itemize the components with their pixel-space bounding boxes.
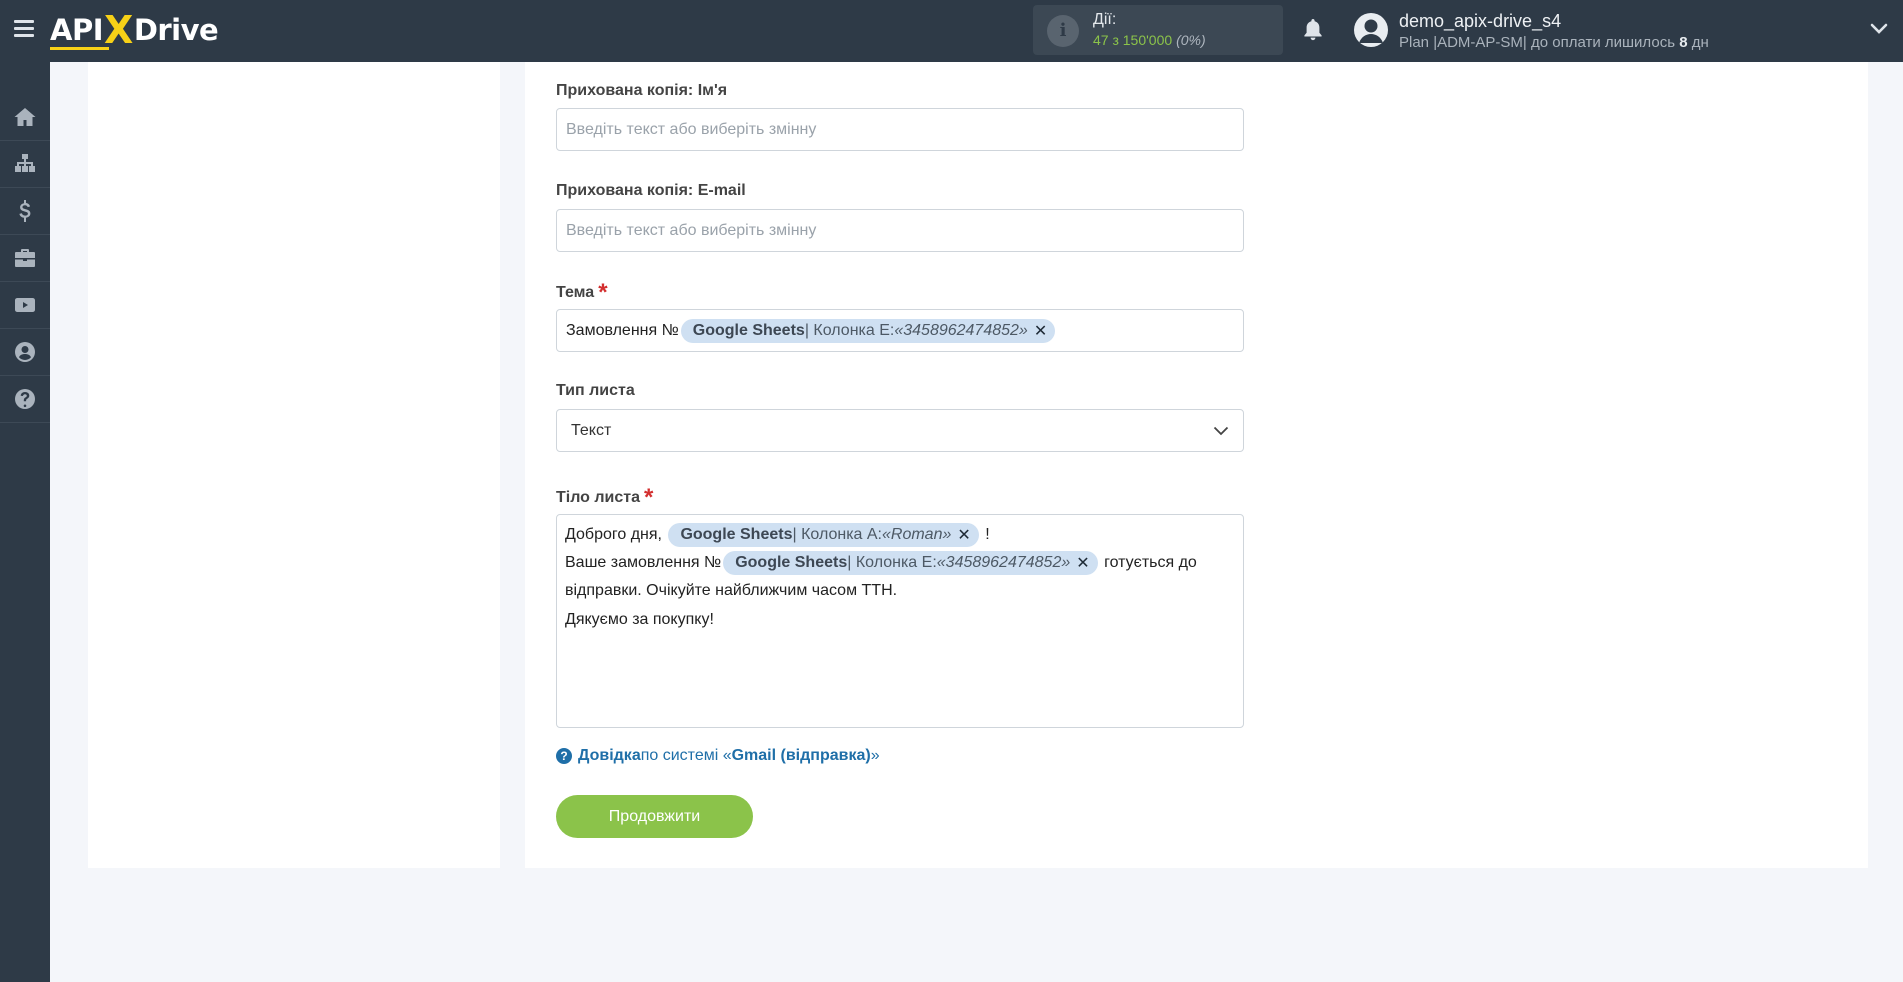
variable-tag[interactable]: Google Sheets | Колонка E: «345896247485…: [723, 551, 1098, 575]
remove-tag-icon[interactable]: ✕: [1034, 321, 1047, 341]
sidebar-item-billing[interactable]: [0, 188, 50, 235]
mail-type-select[interactable]: Текст: [556, 409, 1244, 452]
actions-counter[interactable]: i Дії: 47 з 150'000 (0%): [1033, 5, 1283, 55]
bcc-email-input[interactable]: [556, 209, 1244, 252]
help-link-label[interactable]: Довідка: [578, 747, 641, 765]
required-mark: *: [644, 484, 654, 511]
logo-drive-text: Drive: [133, 13, 219, 47]
sidebar-item-home[interactable]: [0, 94, 50, 141]
required-mark: *: [598, 279, 608, 306]
variable-tag[interactable]: Google Sheets | Колонка A: «Roman» ✕: [668, 523, 979, 547]
actions-label: Дії:: [1093, 11, 1117, 28]
apix-drive-logo[interactable]: API X Drive: [50, 8, 219, 52]
username[interactable]: demo_apix-drive_s4: [1399, 11, 1561, 32]
help-link-mid: по системі «: [640, 747, 732, 764]
question-circle-icon: ?: [556, 748, 572, 764]
body-line-1: Доброго дня, Google Sheets | Колонка A: …: [565, 522, 990, 548]
subject-prefix: Замовлення №: [566, 321, 679, 339]
body-line-3: відправки. Очікуйте найближчим часом ТТН…: [565, 582, 898, 599]
body-line-2: Ваше замовлення № Google Sheets | Колонк…: [565, 550, 1197, 576]
continue-button[interactable]: Продовжити: [556, 795, 753, 838]
help-system-link[interactable]: Gmail (відправка): [732, 747, 871, 765]
subject-label: Тема *: [556, 279, 608, 306]
bell-icon[interactable]: [1301, 17, 1325, 43]
remove-tag-icon[interactable]: ✕: [1076, 553, 1089, 573]
question-circle-icon: [15, 389, 35, 409]
variable-tag[interactable]: Google Sheets | Колонка E: «345896247485…: [680, 318, 1056, 343]
logo-x-text: X: [104, 8, 133, 52]
bcc-name-label: Прихована копія: Ім'я: [556, 82, 728, 99]
mail-type-value: Текст: [571, 421, 612, 439]
mail-type-label: Тип листа: [556, 382, 635, 399]
left-panel: [88, 62, 500, 868]
home-icon: [14, 108, 36, 126]
bcc-name-input[interactable]: [556, 108, 1244, 151]
body-label: Тіло листа *: [556, 484, 654, 511]
body-line-4: Дякуємо за покупку!: [565, 611, 714, 628]
sidebar-item-connections[interactable]: [0, 141, 50, 188]
help-link[interactable]: ? Довідка по системі «Gmail (відправка)»: [556, 747, 880, 765]
sidebar: [0, 62, 50, 982]
logo-api-text: API: [50, 13, 109, 50]
remove-tag-icon[interactable]: ✕: [957, 525, 970, 545]
chevron-down-icon: [1213, 426, 1229, 435]
top-bar: API X Drive i Дії: 47 з 150'000 (0%) demo_…: [0, 0, 1903, 62]
sidebar-item-account[interactable]: [0, 329, 50, 376]
user-circle-icon: [15, 342, 35, 362]
bcc-email-label: Прихована копія: E-mail: [556, 182, 746, 199]
sitemap-icon: [15, 154, 35, 172]
plan-info: Plan |ADM-AP-SM| до оплати лишилось 8 дн: [1399, 34, 1709, 51]
user-avatar-icon[interactable]: [1354, 13, 1388, 47]
chevron-down-icon[interactable]: [1870, 22, 1888, 36]
briefcase-icon: [15, 249, 35, 267]
actions-count: 47 з 150'000 (0%): [1093, 32, 1206, 48]
help-link-end: »: [870, 747, 880, 764]
dollar-icon: [19, 200, 31, 222]
hamburger-menu-icon[interactable]: [14, 20, 34, 38]
youtube-icon: [15, 298, 35, 312]
sidebar-item-tools[interactable]: [0, 235, 50, 282]
info-icon: i: [1047, 15, 1079, 47]
sidebar-item-help[interactable]: [0, 376, 50, 423]
subject-input[interactable]: Замовлення № Google Sheets | Колонка E: …: [556, 309, 1244, 352]
sidebar-item-video[interactable]: [0, 282, 50, 329]
